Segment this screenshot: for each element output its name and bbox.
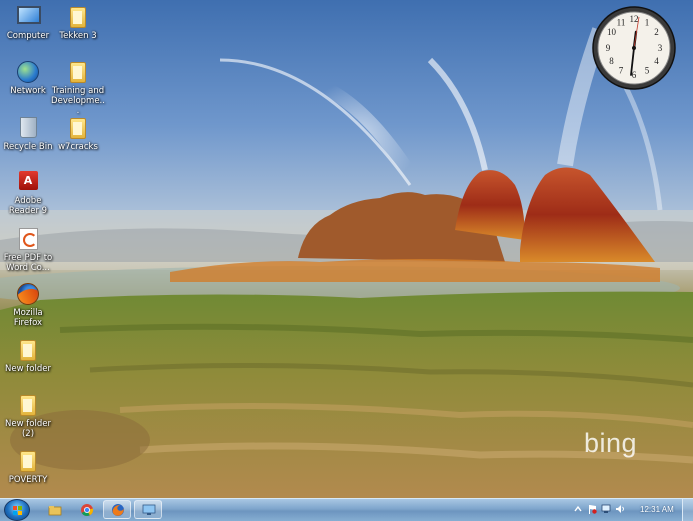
clock-numeral: 10 (607, 27, 617, 37)
volume-icon[interactable] (615, 504, 625, 514)
taskbar: 12:31 AM (0, 498, 693, 521)
pdf-converter-icon (17, 228, 39, 250)
desktop-icon-label: New folder (5, 364, 51, 374)
desktop-icon-label: Adobe Reader 9 (8, 196, 48, 216)
clock-numeral: 1 (645, 18, 650, 28)
desktop-icon-poverty[interactable]: POVERTY (0, 450, 56, 485)
action-center-flag-icon[interactable] (587, 504, 597, 514)
desktop-icon-recycle-bin[interactable]: Recycle Bin (0, 117, 56, 152)
clock-numeral: 6 (632, 70, 637, 80)
network-window-icon (142, 504, 156, 515)
show-desktop-button[interactable] (682, 499, 693, 521)
folder-icon (67, 6, 89, 28)
folder-icon (67, 61, 89, 83)
start-button[interactable] (4, 499, 30, 521)
taskbar-network-window-button[interactable] (134, 500, 162, 519)
desktop-icon-network[interactable]: Network (0, 61, 56, 96)
folder-icon (17, 339, 39, 361)
desktop-icon-training-and-development[interactable]: Training and Developme... (50, 61, 106, 116)
clock-numeral: 9 (606, 43, 611, 53)
firefox-icon (17, 283, 39, 305)
desktop-icon-label: Training and Developme... (51, 86, 105, 116)
clock-numeral: 2 (654, 27, 659, 37)
desktop-icon-mozilla-firefox[interactable]: Mozilla Firefox (0, 283, 56, 328)
folder-icon (67, 117, 89, 139)
desktop-icon-new-folder-2[interactable]: New folder (2) (0, 394, 56, 439)
bing-watermark: bing (584, 428, 638, 458)
show-hidden-icons-icon[interactable] (573, 504, 583, 514)
system-tray (571, 499, 693, 521)
explorer-icon (48, 506, 62, 516)
desktop-icon-label: Tekken 3 (59, 31, 97, 41)
taskbar-firefox-button[interactable] (103, 500, 131, 519)
desktop-icon-label: New folder (2) (5, 419, 51, 439)
desktop-icon-tekken-3[interactable]: Tekken 3 (50, 6, 106, 41)
desktop-icon-w7cracks[interactable]: w7cracks (50, 117, 106, 152)
taskbar-explorer-button[interactable] (40, 500, 68, 519)
computer-icon (17, 6, 41, 28)
clock-numeral: 3 (658, 43, 663, 53)
folder-icon (17, 450, 39, 472)
desktop-icon-adobe-reader[interactable]: A Adobe Reader 9 (0, 171, 56, 216)
chrome-icon (81, 504, 94, 516)
desktop-icon-new-folder[interactable]: New folder (0, 339, 56, 374)
taskbar-clock[interactable]: 12:31 AM (640, 505, 674, 514)
clock-numeral: 5 (645, 66, 650, 76)
clock-numeral: 4 (654, 56, 659, 66)
firefox-icon (112, 504, 124, 516)
desktop-icon-label: Free PDF to Word Co... (3, 253, 53, 273)
desktop-icon-computer[interactable]: Computer (0, 6, 56, 41)
clock-gadget[interactable]: 12 1 2 3 4 5 6 7 8 9 10 11 (591, 5, 677, 91)
desktop-icon-label: Computer (6, 31, 50, 41)
desktop-icon-label: Network (10, 86, 46, 96)
desktop-icon-label: POVERTY (8, 475, 48, 485)
network-status-icon[interactable] (601, 504, 611, 514)
clock-numeral: 11 (617, 18, 626, 28)
network-icon (17, 61, 39, 83)
clock-numeral: 8 (609, 56, 614, 66)
recycle-bin-icon (17, 117, 39, 139)
desktop-icon-free-pdf-to-word[interactable]: Free PDF to Word Co... (0, 228, 56, 273)
desktop-icon-label: w7cracks (58, 142, 98, 152)
adobe-reader-icon: A (17, 171, 39, 193)
desktop-icon-label: Mozilla Firefox (13, 308, 43, 328)
windows-logo-icon (13, 506, 22, 515)
taskbar-chrome-button[interactable] (72, 500, 100, 519)
clock-numeral: 7 (619, 66, 624, 76)
desktop-icon-label: Recycle Bin (3, 142, 53, 152)
clock-numeral: 12 (630, 14, 639, 24)
folder-icon (17, 394, 39, 416)
